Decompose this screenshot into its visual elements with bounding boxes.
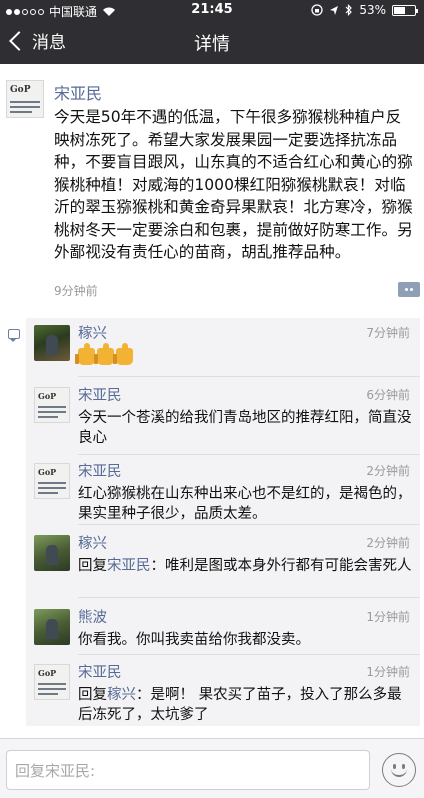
commenter-name[interactable]: 熊波 [78,606,107,627]
divider [78,524,420,525]
orientation-lock-icon [311,4,323,16]
commenter-name[interactable]: 稼兴 [78,532,107,553]
post-author-name[interactable]: 宋亚民 [54,80,102,104]
more-options-button[interactable] [398,282,420,297]
comment-text: 回复宋亚民：唯利是图或本身外行都有可能会害死人 [78,556,414,576]
page-title: 详情 [194,34,230,55]
divider [78,376,420,377]
comment-time: 1分钟前 [366,610,410,624]
nav-bar: 消息 详情 [0,20,424,64]
reply-to-name[interactable]: 稼兴 [107,687,136,703]
comment-item[interactable]: GoP 宋亚民 6分钟前 今天一个苍溪的给我们青岛地区的推荐红阳，简直没良心 [26,380,420,452]
commenter-avatar[interactable]: GoP [34,664,70,700]
bluetooth-icon [345,4,353,16]
reply-input-bar: 回复宋亚民: [0,738,424,798]
thumbs-up-icon [75,343,95,365]
reply-body: ：唯利是图或本身外行都有可能会害死人 [150,558,412,574]
comment-text: 回复稼兴：是啊！ 果农买了苗子，投入了那么多最后冻死了，太坑爹了 [78,685,414,725]
comment-text: 红心猕猴桃在山东种出来心也不是红的，是褐色的，果实里种子很少，品质太差。 [78,486,412,522]
commenter-avatar[interactable] [34,535,70,571]
location-icon [330,5,339,15]
top-bar: 中国联通 21:45 53% 消息 详情 [0,0,424,64]
thumbs-up-icon [94,343,114,365]
comments-section: 稼兴 7分钟前 GoP 宋亚民 6分钟前 今天一个苍溪的给我们青岛地区的推荐红阳… [26,318,420,726]
comment-time: 2分钟前 [366,464,410,478]
commenter-name[interactable]: 宋亚民 [78,460,122,481]
comment-item[interactable]: 熊波 1分钟前 你看我。你叫我卖苗给你我都没卖。 [26,602,420,660]
comment-icon [8,329,20,342]
divider [78,454,420,455]
commenter-avatar[interactable]: GoP [34,387,70,423]
comment-time: 7分钟前 [366,326,410,340]
reply-prefix: 回复 [78,687,107,703]
emoji-icon[interactable] [382,753,416,787]
thumbs-up-icon [113,343,133,365]
comment-time: 6分钟前 [366,388,410,402]
battery-percent: 53% [359,3,386,17]
reply-input[interactable]: 回复宋亚民: [6,750,370,790]
comment-item[interactable]: GoP 宋亚民 1分钟前 回复稼兴：是啊！ 果农买了苗子，投入了那么多最后冻死了… [26,657,420,726]
divider [78,654,420,655]
post-time: 9分钟前 [54,284,98,298]
comment-time: 2分钟前 [366,536,410,550]
commenter-name[interactable]: 宋亚民 [78,661,122,682]
status-bar: 中国联通 21:45 53% [0,0,424,20]
reply-to-name[interactable]: 宋亚民 [107,558,151,574]
comment-text: 你看我。你叫我卖苗给你我都没卖。 [78,632,310,648]
status-right: 53% [311,3,418,17]
comment-item[interactable]: GoP 宋亚民 2分钟前 红心猕猴桃在山东种出来心也不是红的，是褐色的，果实里种… [26,456,420,526]
commenter-avatar[interactable] [34,325,70,361]
thumbs-up-emojis [75,343,133,365]
comment-item[interactable]: 稼兴 2分钟前 回复宋亚民：唯利是图或本身外行都有可能会害死人 [26,528,420,598]
battery-icon [392,4,418,16]
post-text: 今天是50年不遇的低温，下午很多猕猴桃种植户反映树冻死了。希望大家发展果园一定要… [54,108,413,261]
commenter-name[interactable]: 宋亚民 [78,384,122,405]
comment-text: 今天一个苍溪的给我们青岛地区的推荐红阳，简直没良心 [78,410,412,446]
comment-item[interactable]: 稼兴 7分钟前 [26,318,420,374]
comment-time: 1分钟前 [366,665,410,679]
reply-prefix: 回复 [78,558,107,574]
avatar-logo-text: GoP [10,85,31,95]
author-avatar[interactable]: GoP [6,80,44,118]
divider [78,597,420,598]
commenter-name[interactable]: 稼兴 [78,322,107,343]
commenter-avatar[interactable]: GoP [34,463,70,499]
commenter-avatar[interactable] [34,609,70,645]
